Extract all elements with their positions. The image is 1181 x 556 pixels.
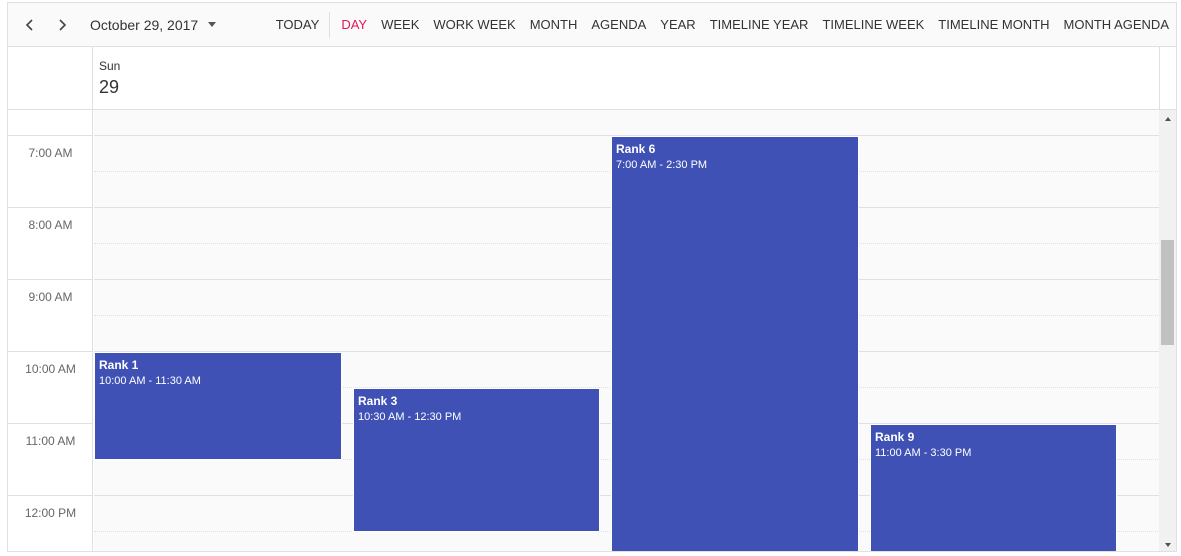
toolbar: October 29, 2017 TODAY DAY WEEK WORK WEE…: [8, 3, 1176, 47]
day-grid[interactable]: Rank 1 10:00 AM - 11:30 AM Rank 3 10:30 …: [94, 110, 1160, 551]
time-label: 10:00 AM: [25, 362, 76, 376]
chevron-right-icon: [59, 18, 67, 31]
next-button[interactable]: [46, 9, 78, 41]
time-tick: [8, 135, 93, 136]
appointment[interactable]: Rank 3 10:30 AM - 12:30 PM: [353, 388, 600, 532]
caret-down-icon: [208, 22, 217, 27]
view-week[interactable]: WEEK: [374, 3, 426, 47]
date-range-label: October 29, 2017: [90, 16, 199, 33]
view-work-week[interactable]: WORK WEEK: [426, 3, 522, 47]
day-name: Sun: [99, 59, 121, 73]
appointment[interactable]: Rank 9 11:00 AM - 3:30 PM: [870, 424, 1117, 551]
appointment-time: 11:00 AM - 3:30 PM: [875, 447, 972, 459]
header-corner: [8, 47, 93, 109]
scrollbar-thumb[interactable]: [1161, 240, 1174, 345]
time-tick: [8, 207, 93, 208]
previous-button[interactable]: [14, 9, 46, 41]
view-year[interactable]: YEAR: [653, 3, 702, 47]
appointment[interactable]: Rank 1 10:00 AM - 11:30 AM: [94, 352, 342, 460]
scheduler: October 29, 2017 TODAY DAY WEEK WORK WEE…: [7, 2, 1177, 552]
arrow-up-icon: [1164, 116, 1171, 121]
vertical-scrollbar[interactable]: [1159, 110, 1176, 551]
time-tick: [8, 279, 93, 280]
scroll-up-button[interactable]: [1159, 110, 1176, 127]
time-tick: [8, 423, 93, 424]
today-button[interactable]: TODAY: [269, 12, 331, 38]
appointment-time: 10:00 AM - 11:30 AM: [99, 375, 201, 387]
view-day[interactable]: DAY: [334, 3, 374, 47]
schedule-content: 7:00 AM 8:00 AM 9:00 AM 10:00 AM 11:00 A…: [8, 110, 1176, 551]
appointment-subject: Rank 3: [358, 394, 398, 408]
day-header[interactable]: Sun 29: [94, 47, 1160, 109]
time-label: 8:00 AM: [28, 218, 73, 232]
scroll-down-button[interactable]: [1159, 536, 1176, 551]
time-tick: [8, 495, 93, 496]
time-tick: [8, 351, 93, 352]
view-timeline-week[interactable]: TIMELINE WEEK: [815, 3, 931, 47]
appointment[interactable]: Rank 6 7:00 AM - 2:30 PM: [611, 136, 859, 551]
view-timeline-year[interactable]: TIMELINE YEAR: [703, 3, 816, 47]
date-range-picker[interactable]: October 29, 2017: [90, 16, 217, 33]
appointment-subject: Rank 1: [99, 358, 139, 372]
chevron-left-icon: [25, 18, 33, 31]
appointment-subject: Rank 9: [875, 430, 915, 444]
time-label: 11:00 AM: [25, 434, 76, 448]
arrow-down-icon: [1164, 542, 1171, 547]
time-label: 9:00 AM: [28, 290, 73, 304]
view-timeline-month[interactable]: TIMELINE MONTH: [931, 3, 1056, 47]
appointment-time: 7:00 AM - 2:30 PM: [616, 159, 708, 171]
view-switcher: TODAY DAY WEEK WORK WEEK MONTH AGENDA YE…: [269, 3, 1176, 47]
view-month[interactable]: MONTH: [523, 3, 585, 47]
time-label: 12:00 PM: [24, 506, 77, 520]
time-label: 7:00 AM: [28, 146, 73, 160]
appointment-time: 10:30 AM - 12:30 PM: [358, 411, 462, 423]
appointment-subject: Rank 6: [616, 142, 656, 156]
time-column: 7:00 AM 8:00 AM 9:00 AM 10:00 AM 11:00 A…: [8, 110, 93, 551]
view-month-agenda[interactable]: MONTH AGENDA: [1057, 3, 1176, 47]
view-agenda[interactable]: AGENDA: [584, 3, 653, 47]
date-header-row: Sun 29: [8, 47, 1176, 110]
day-number[interactable]: 29: [99, 77, 119, 98]
